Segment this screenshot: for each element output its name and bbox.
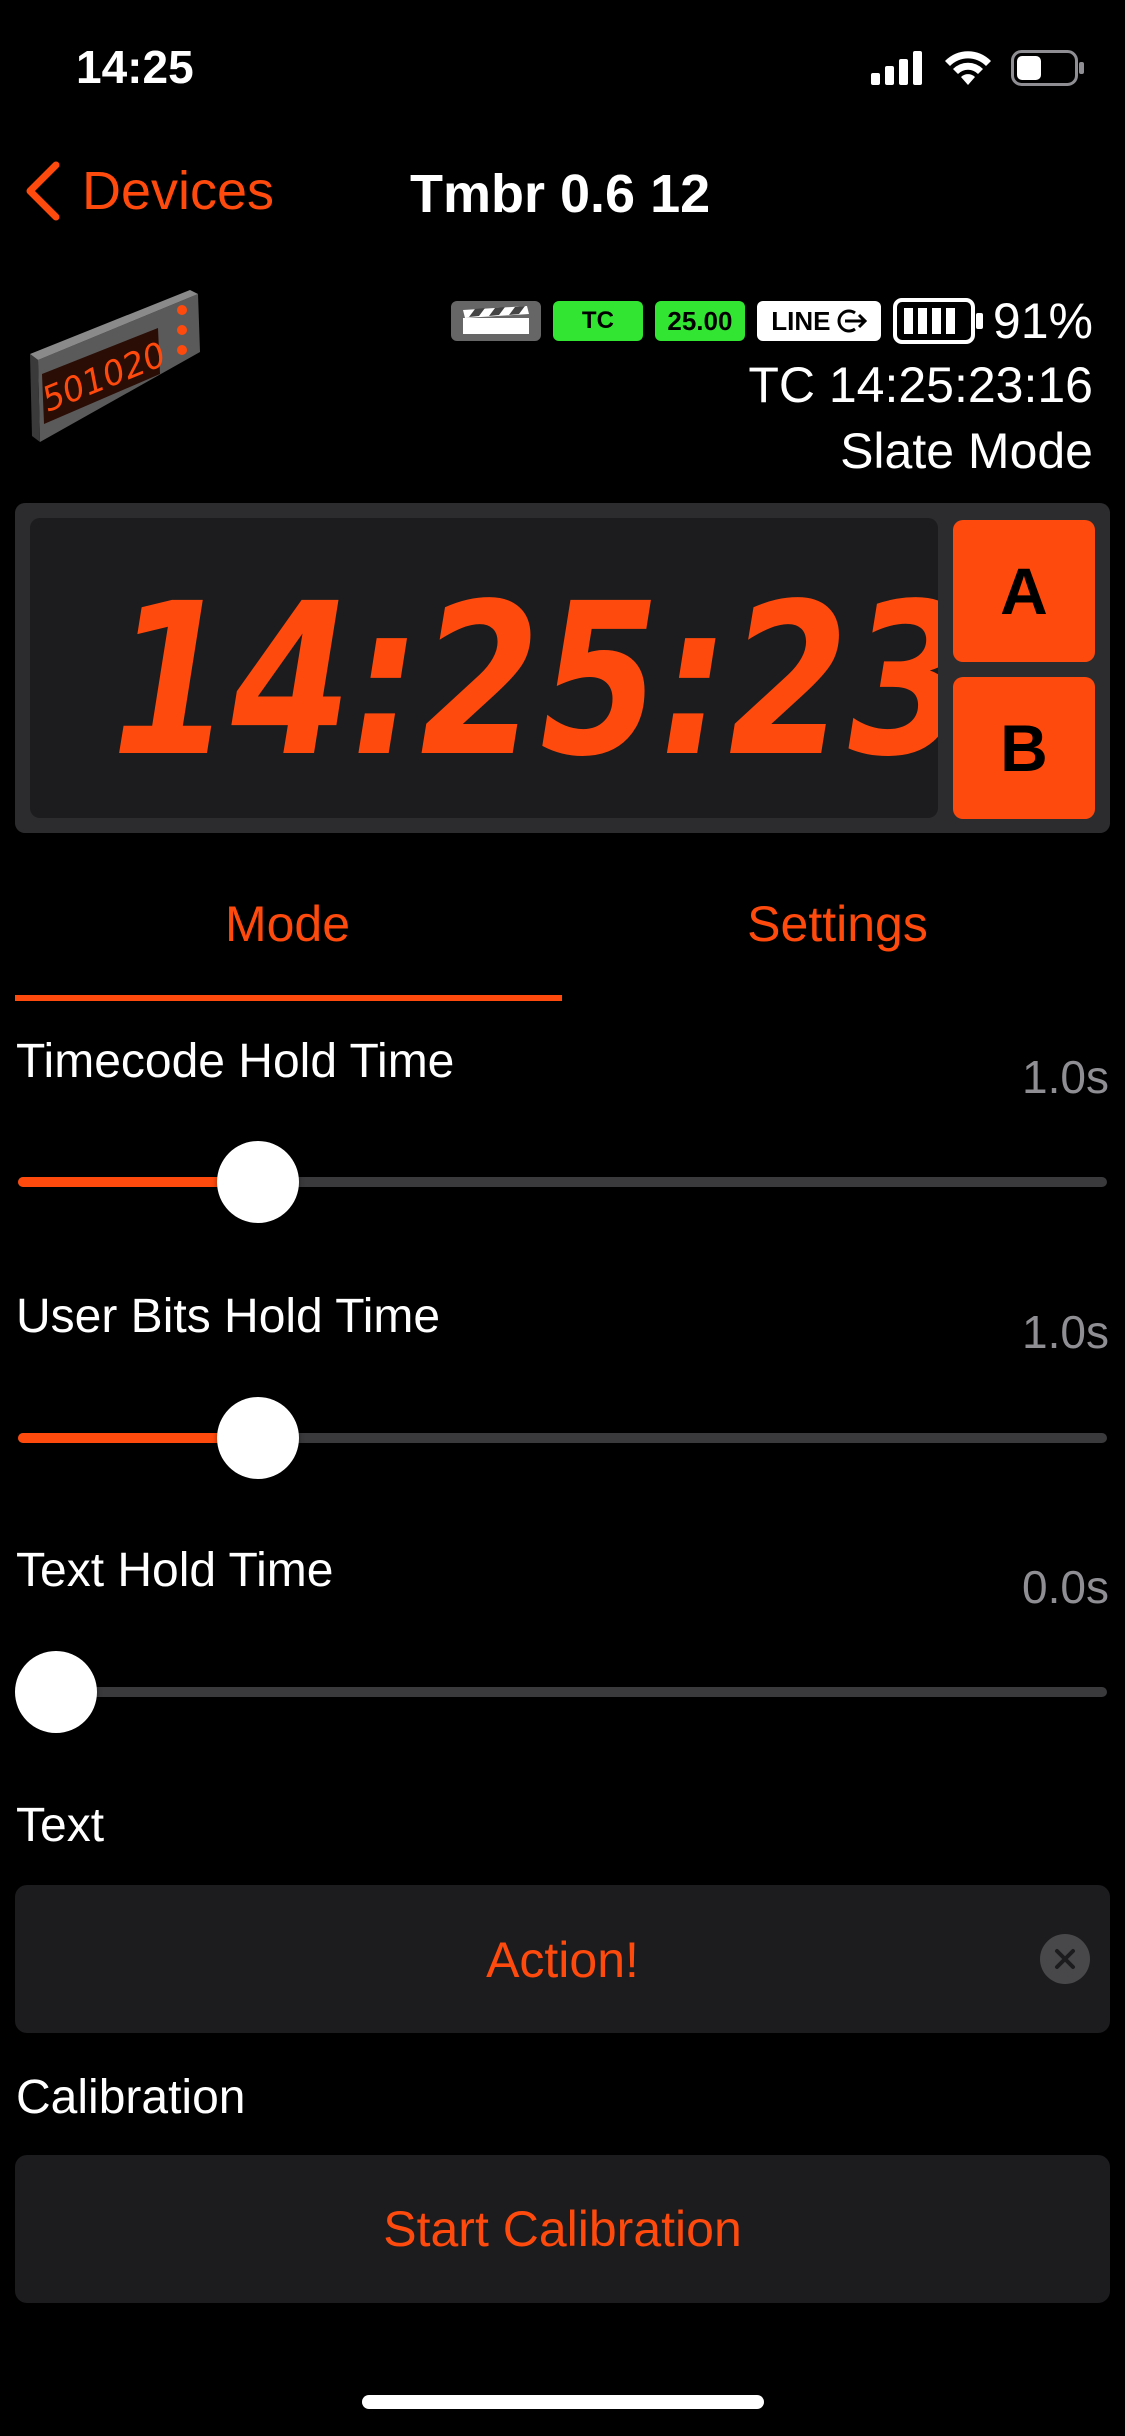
timecode-display: 14:25:23:16 bbox=[30, 518, 938, 818]
tab-settings[interactable]: Settings bbox=[565, 895, 1110, 953]
tab-mode[interactable]: Mode bbox=[15, 895, 560, 953]
a-button[interactable]: A bbox=[953, 520, 1095, 662]
timecode-slate-device-icon: 501020 bbox=[30, 290, 200, 442]
chevron-left-icon bbox=[26, 161, 60, 221]
device-mode: Slate Mode bbox=[840, 423, 1093, 479]
device-timecode: TC 14:25:23:16 bbox=[748, 357, 1093, 413]
tc-badge: TC bbox=[552, 301, 643, 341]
user-bits-hold-slider[interactable] bbox=[18, 1433, 1107, 1443]
text-hold-slider[interactable] bbox=[18, 1687, 1107, 1697]
fps-badge: 25.00 bbox=[654, 301, 745, 341]
timecode-digits: 14:25:23:16 bbox=[111, 558, 938, 803]
back-button[interactable]: Devices bbox=[24, 160, 274, 222]
calibration-label: Calibration bbox=[16, 2071, 246, 2124]
start-calibration-button[interactable]: Start Calibration bbox=[15, 2155, 1110, 2303]
clapperboard-icon bbox=[450, 301, 541, 341]
cellular-signal-icon bbox=[871, 51, 922, 85]
timecode-hold-slider-thumb[interactable] bbox=[216, 1141, 299, 1223]
b-button[interactable]: B bbox=[953, 677, 1095, 819]
active-tab-indicator bbox=[15, 995, 562, 1001]
text-section-label: Text bbox=[16, 1799, 105, 1852]
close-icon bbox=[1055, 1949, 1075, 1969]
text-hold-label: Text Hold Time bbox=[16, 1544, 334, 1597]
text-hold-slider-thumb[interactable] bbox=[15, 1651, 97, 1733]
battery-icon bbox=[1011, 50, 1084, 86]
back-label: Devices bbox=[82, 161, 275, 221]
line-badge: LINE bbox=[756, 301, 881, 341]
timecode-hold-value: 1.0s bbox=[1022, 1051, 1109, 1103]
line-badge-label: LINE bbox=[771, 305, 831, 336]
device-battery-percent: 91% bbox=[992, 293, 1093, 349]
device-battery-icon bbox=[892, 298, 983, 344]
status-time: 14:25 bbox=[76, 41, 194, 93]
timecode-hold-label: Timecode Hold Time bbox=[16, 1035, 455, 1088]
timecode-hold-slider[interactable] bbox=[18, 1177, 1107, 1187]
user-bits-hold-value: 1.0s bbox=[1022, 1306, 1109, 1358]
device-status-badges: TC 25.00 LINE 91% bbox=[450, 292, 1093, 350]
device-battery: 91% bbox=[892, 292, 1093, 350]
home-indicator[interactable] bbox=[362, 2395, 764, 2409]
user-bits-hold-slider-thumb[interactable] bbox=[216, 1397, 299, 1479]
page-title: Tmbr 0.6 12 bbox=[410, 164, 711, 224]
text-input-value: Action! bbox=[486, 1932, 639, 1988]
clear-text-button[interactable] bbox=[1040, 1934, 1090, 1984]
user-bits-hold-label: User Bits Hold Time bbox=[16, 1290, 441, 1343]
text-hold-value: 0.0s bbox=[1022, 1561, 1109, 1613]
status-icons bbox=[871, 48, 1085, 88]
text-input[interactable]: Action! bbox=[15, 1885, 1110, 2033]
wifi-icon bbox=[945, 51, 991, 85]
line-out-icon bbox=[837, 309, 867, 333]
